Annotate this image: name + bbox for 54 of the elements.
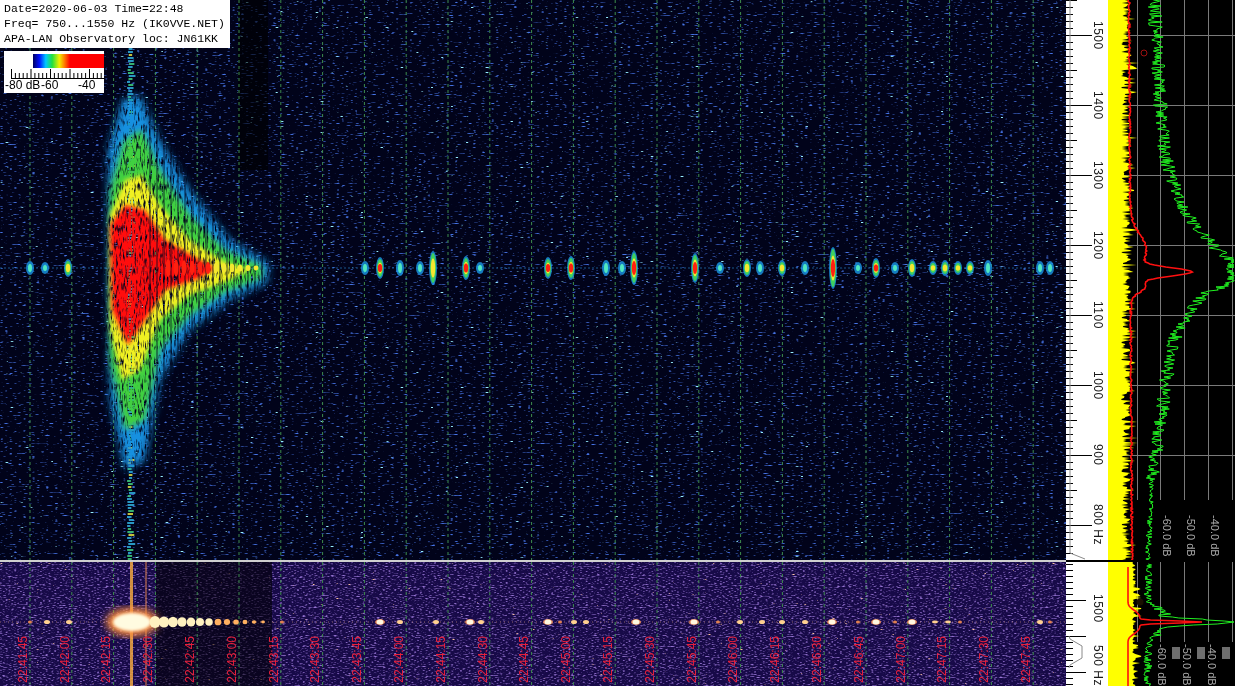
frequency-label: 1300: [1092, 160, 1104, 190]
legend-label: -80 dB: [5, 79, 41, 92]
time-label: 22:46:00: [727, 636, 740, 683]
time-label: 22:47:45: [1020, 636, 1032, 683]
level-label: -50.0 dB: [1184, 515, 1197, 557]
time-label: 22:44:15: [434, 636, 447, 683]
time-label: 22:45:30: [643, 636, 656, 683]
time-label: 22:47:15: [936, 636, 949, 683]
time-label: 22:43:30: [309, 636, 322, 683]
level-label: -40.0 dB: [1208, 515, 1221, 557]
time-label: 22:46:45: [852, 636, 865, 683]
frequency-range-text: Freq= 750...1550 Hz (IK0VVE.NET): [4, 16, 225, 31]
time-label: 22:45:00: [560, 636, 573, 683]
frequency-label: 1500: [1092, 20, 1104, 50]
frequency-label: 500 Hz: [1092, 644, 1104, 686]
level-label: -60.0 dB: [1160, 515, 1173, 557]
time-label: 22:42:45: [184, 636, 197, 683]
time-label: 22:47:00: [894, 636, 907, 683]
level-label: -40.0 dB: [1205, 644, 1218, 686]
time-label: 22:45:15: [602, 636, 615, 683]
time-label: 22:43:45: [351, 636, 364, 683]
time-label: 22:42:00: [58, 636, 71, 683]
frequency-label: 900: [1092, 444, 1104, 466]
time-label: 22:42:30: [142, 636, 155, 683]
marker-circle-icon: [1140, 49, 1148, 57]
legend-label: -40: [78, 79, 97, 92]
passband-curve: [1068, 635, 1083, 669]
frequency-label: 1400: [1092, 90, 1104, 120]
time-label: 22:43:00: [225, 636, 238, 683]
level-label: -60.0 dB: [1155, 644, 1168, 686]
legend-label: -60: [41, 79, 60, 92]
marker-dot-icon: [1136, 598, 1144, 606]
time-label: 22:47:30: [978, 636, 991, 683]
marker-block-icon: [1222, 647, 1230, 659]
level-label: -50.0 dB: [1180, 644, 1193, 686]
time-label: 22:42:15: [100, 636, 113, 683]
time-label: 22:46:30: [811, 636, 824, 683]
frequency-label: 1500: [1092, 594, 1104, 623]
time-label: 22:41:45: [16, 636, 29, 683]
frequency-label: 1100: [1092, 301, 1104, 329]
time-label: 22:44:00: [393, 636, 406, 683]
time-label: 22:45:45: [685, 636, 698, 683]
time-label: 22:44:30: [476, 636, 489, 683]
marker-block-icon: [1172, 647, 1180, 659]
frequency-label: 1200: [1092, 230, 1104, 260]
time-label: 22:43:15: [267, 636, 280, 683]
frequency-label: 800 Hz: [1092, 504, 1104, 546]
color-gradient-bar: [33, 54, 104, 68]
time-label: 22:44:45: [518, 636, 531, 683]
observatory-text: APA-LAN Observatory loc: JN61KK: [4, 31, 219, 46]
marker-block-icon: [1197, 647, 1205, 659]
time-label: 22:46:15: [769, 636, 782, 683]
date-time-text: Date=2020-06-03 Time=22:48: [4, 1, 185, 16]
frequency-label: 1000: [1092, 370, 1104, 400]
